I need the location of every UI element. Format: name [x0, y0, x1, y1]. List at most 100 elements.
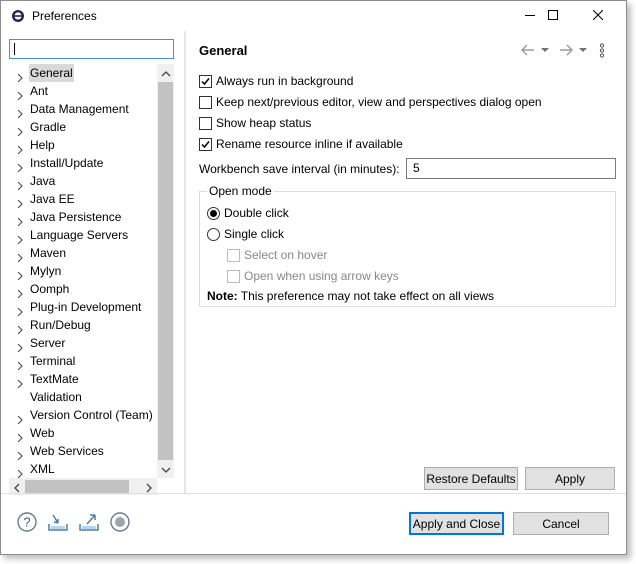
tree-item[interactable]: Help	[9, 136, 165, 155]
scroll-right-icon[interactable]	[144, 482, 154, 493]
chevron-right-icon[interactable]	[16, 177, 24, 191]
tree-item[interactable]: Oomph	[9, 280, 165, 299]
option-checkbox[interactable]: Rename resource inline if available	[199, 135, 403, 153]
tree-item[interactable]: Version Control (Team)	[9, 406, 165, 425]
checkbox	[199, 116, 212, 130]
scroll-up-icon[interactable]	[161, 68, 171, 78]
option-checkbox[interactable]: Always run in background	[199, 72, 353, 90]
open-mode-note: Note: This preference may not take effec…	[207, 289, 494, 303]
close-button[interactable]	[575, 1, 621, 31]
tree-item[interactable]: Install/Update	[9, 154, 165, 173]
tree-item[interactable]: General	[9, 64, 165, 83]
tree-item[interactable]: Server	[9, 334, 165, 353]
chevron-right-icon[interactable]	[16, 303, 24, 317]
tree-item-label: Oomph	[30, 282, 70, 296]
tree-item[interactable]: Data Management	[9, 100, 165, 119]
chevron-right-icon[interactable]	[16, 213, 24, 227]
tree-item[interactable]: Run/Debug	[9, 316, 165, 335]
forward-arrow-icon[interactable]	[558, 43, 574, 57]
chevron-right-icon[interactable]	[16, 321, 24, 335]
back-history-dropdown-icon[interactable]	[540, 43, 550, 57]
record-icon[interactable]	[109, 511, 131, 533]
select-on-hover-checkbox[interactable]: Select on hover	[227, 246, 327, 264]
tree-item-label: Language Servers	[30, 228, 129, 242]
view-menu-icon[interactable]	[598, 43, 606, 58]
checkbox	[227, 269, 240, 283]
tree-item[interactable]: Mylyn	[9, 262, 165, 281]
tree-item-label: Terminal	[30, 354, 76, 368]
tree-item[interactable]: Web	[9, 424, 165, 443]
horizontal-scroll-thumb[interactable]	[25, 480, 129, 493]
scroll-left-icon[interactable]	[12, 482, 22, 493]
radio-button	[207, 227, 220, 241]
tree-item[interactable]: Java EE	[9, 190, 165, 209]
export-icon[interactable]	[78, 511, 100, 533]
chevron-right-icon[interactable]	[16, 123, 24, 137]
save-interval-input[interactable]: 5	[406, 158, 616, 179]
chevron-right-icon[interactable]	[16, 339, 24, 353]
tree-item[interactable]: Java Persistence	[9, 208, 165, 227]
apply-and-close-button[interactable]: Apply and Close	[409, 512, 504, 535]
tree-item-label: Java Persistence	[30, 210, 122, 224]
import-icon[interactable]	[47, 511, 69, 533]
preference-page: General Always run in background Keep nex…	[186, 31, 626, 493]
window-title: Preferences	[32, 9, 97, 23]
tree-item[interactable]: Validation	[9, 388, 165, 406]
tree-item-label: Gradle	[30, 120, 67, 134]
chevron-right-icon[interactable]	[16, 195, 24, 209]
tree-vertical-scrollbar[interactable]	[157, 64, 174, 478]
tree-item[interactable]: XML	[9, 460, 165, 478]
tree-item[interactable]: Language Servers	[9, 226, 165, 245]
filter-input[interactable]	[9, 39, 174, 59]
tree-item[interactable]: Terminal	[9, 352, 165, 371]
vertical-scroll-thumb[interactable]	[158, 82, 173, 460]
tree-item[interactable]: Web Services	[9, 442, 165, 461]
single-click-radio[interactable]: Single click	[207, 225, 284, 243]
tree-item-label: Java	[30, 174, 56, 188]
tree-item[interactable]: Java	[9, 172, 165, 191]
open-arrow-keys-checkbox[interactable]: Open when using arrow keys	[227, 267, 399, 285]
tree-item[interactable]: Plug-in Development	[9, 298, 165, 317]
help-icon[interactable]: ?	[16, 511, 38, 533]
cancel-button[interactable]: Cancel	[513, 512, 609, 535]
restore-defaults-button[interactable]: Restore Defaults	[424, 467, 518, 490]
checkmark-icon	[201, 140, 210, 148]
double-click-radio[interactable]: Double click	[207, 204, 289, 222]
tree-item[interactable]: Gradle	[9, 118, 165, 137]
chevron-right-icon[interactable]	[16, 285, 24, 299]
tree-item[interactable]: TextMate	[9, 370, 165, 389]
option-checkbox[interactable]: Keep next/previous editor, view and pers…	[199, 93, 542, 111]
chevron-right-icon[interactable]	[16, 447, 24, 461]
preferences-dialog: Preferences General Ant Data Management Gra…	[0, 0, 627, 555]
chevron-right-icon[interactable]	[16, 375, 24, 389]
chevron-right-icon[interactable]	[16, 249, 24, 263]
text-caret	[14, 43, 15, 55]
maximize-button[interactable]	[530, 1, 576, 31]
option-label: Always run in background	[216, 74, 354, 88]
chevron-right-icon[interactable]	[16, 141, 24, 155]
tree-item-label: Version Control (Team)	[30, 408, 153, 422]
chevron-right-icon[interactable]	[16, 465, 24, 478]
checkbox	[227, 248, 240, 262]
chevron-right-icon[interactable]	[16, 69, 24, 83]
chevron-right-icon[interactable]	[16, 411, 24, 425]
tree-item-label: Run/Debug	[30, 318, 91, 332]
chevron-right-icon[interactable]	[16, 267, 24, 281]
eclipse-icon	[11, 9, 25, 23]
scroll-down-icon[interactable]	[161, 464, 171, 474]
forward-history-dropdown-icon[interactable]	[578, 43, 588, 57]
chevron-right-icon[interactable]	[16, 429, 24, 443]
apply-button[interactable]: Apply	[525, 467, 615, 490]
tree-item[interactable]: Ant	[9, 82, 165, 101]
back-arrow-icon[interactable]	[520, 43, 536, 57]
chevron-right-icon[interactable]	[16, 231, 24, 245]
footer-separator	[1, 493, 626, 494]
chevron-right-icon[interactable]	[16, 159, 24, 173]
option-checkbox[interactable]: Show heap status	[199, 114, 311, 132]
open-mode-title: Open mode	[207, 184, 274, 198]
tree-item-label: Help	[30, 138, 55, 152]
chevron-right-icon[interactable]	[16, 87, 24, 101]
chevron-right-icon[interactable]	[16, 105, 24, 119]
chevron-right-icon[interactable]	[16, 357, 24, 371]
tree-item[interactable]: Maven	[9, 244, 165, 263]
